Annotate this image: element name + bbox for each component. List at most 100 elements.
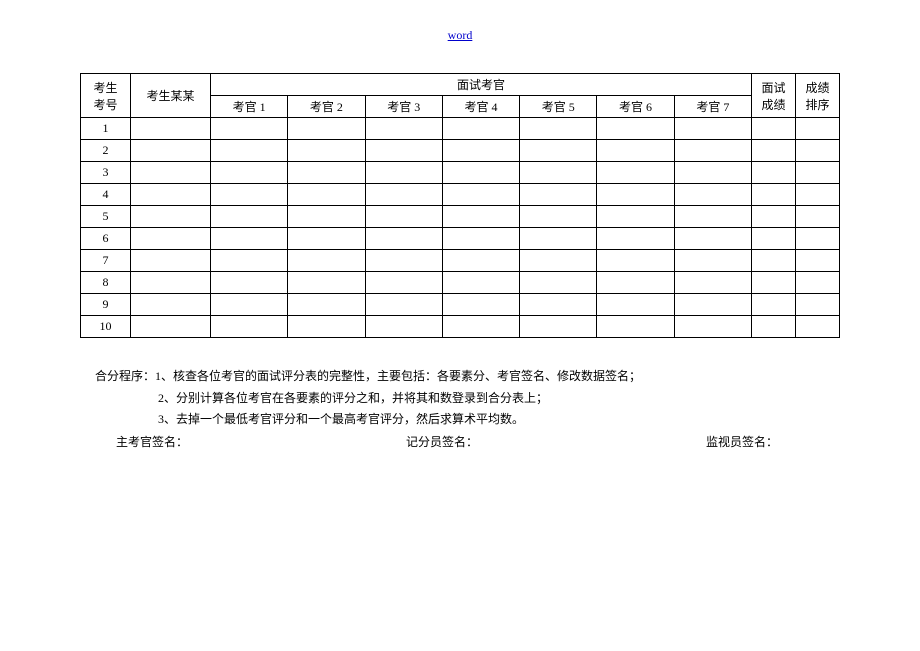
cell [365,316,442,338]
cell-exam-id: 10 [81,316,131,338]
cell [674,140,751,162]
cell [752,228,796,250]
cell [288,162,365,184]
cell [442,162,519,184]
table-body: 12345678910 [81,118,840,338]
table-row: 5 [81,206,840,228]
cell [365,294,442,316]
cell-exam-id: 8 [81,272,131,294]
col-judge-6: 考官 6 [597,96,674,118]
cell [674,294,751,316]
cell [752,140,796,162]
cell-exam-id: 1 [81,118,131,140]
cell [752,162,796,184]
cell [211,294,288,316]
col-judge-4: 考官 4 [442,96,519,118]
note-item-1: 1、核查各位考官的面试评分表的完整性，主要包括：各要素分、考官签名、修改数据签名… [155,369,641,383]
cell [131,162,211,184]
cell [796,206,840,228]
table-row: 6 [81,228,840,250]
cell [752,118,796,140]
cell [597,250,674,272]
cell [131,140,211,162]
table-row: 10 [81,316,840,338]
cell [365,118,442,140]
cell [674,250,751,272]
cell [365,140,442,162]
word-link[interactable]: word [448,28,473,42]
cell [674,162,751,184]
notes-section: 合分程序：1、核查各位考官的面试评分表的完整性，主要包括：各要素分、考官签名、修… [0,338,920,431]
cell [131,184,211,206]
cell [520,316,597,338]
cell [597,294,674,316]
cell [131,272,211,294]
cell [211,162,288,184]
cell [442,228,519,250]
cell [674,228,751,250]
cell [211,316,288,338]
cell [796,184,840,206]
cell-exam-id: 9 [81,294,131,316]
cell [288,316,365,338]
table-row: 1 [81,118,840,140]
cell [442,316,519,338]
cell-exam-id: 2 [81,140,131,162]
cell [288,206,365,228]
cell [442,250,519,272]
cell [442,272,519,294]
cell [597,118,674,140]
table-row: 9 [81,294,840,316]
cell [365,250,442,272]
cell [752,316,796,338]
cell [520,140,597,162]
col-rank: 成绩 排序 [796,74,840,118]
cell [131,206,211,228]
cell [211,206,288,228]
cell [796,316,840,338]
cell [597,316,674,338]
col-judge-7: 考官 7 [674,96,751,118]
cell [597,228,674,250]
cell [131,118,211,140]
cell [288,140,365,162]
cell [597,184,674,206]
col-score: 面试 成绩 [752,74,796,118]
table-row: 4 [81,184,840,206]
cell [674,316,751,338]
cell [796,162,840,184]
cell [365,228,442,250]
signature-row: 主考官签名： 记分员签名： 监视员签名： [0,431,920,450]
cell [131,294,211,316]
cell [131,250,211,272]
cell [752,250,796,272]
cell [597,162,674,184]
cell-exam-id: 4 [81,184,131,206]
cell [796,118,840,140]
cell [674,272,751,294]
cell-exam-id: 3 [81,162,131,184]
cell [211,140,288,162]
cell [520,162,597,184]
cell [752,184,796,206]
cell [131,228,211,250]
cell [674,184,751,206]
cell [211,184,288,206]
cell-exam-id: 7 [81,250,131,272]
cell [442,294,519,316]
note-item-3: 3、去掉一个最低考官评分和一个最高考官评分，然后求算术平均数。 [95,409,920,431]
cell [288,294,365,316]
cell [520,206,597,228]
col-judge-group: 面试考官 [211,74,752,96]
cell [597,272,674,294]
note-item-2: 2、分别计算各位考官在各要素的评分之和，并将其和数登录到合分表上； [95,388,920,410]
cell [211,228,288,250]
col-exam-name: 考生某某 [131,74,211,118]
cell [365,162,442,184]
cell [365,272,442,294]
col-judge-2: 考官 2 [288,96,365,118]
cell [288,272,365,294]
cell-exam-id: 5 [81,206,131,228]
cell [674,118,751,140]
note-line-1: 合分程序：1、核查各位考官的面试评分表的完整性，主要包括：各要素分、考官签名、修… [95,366,920,388]
